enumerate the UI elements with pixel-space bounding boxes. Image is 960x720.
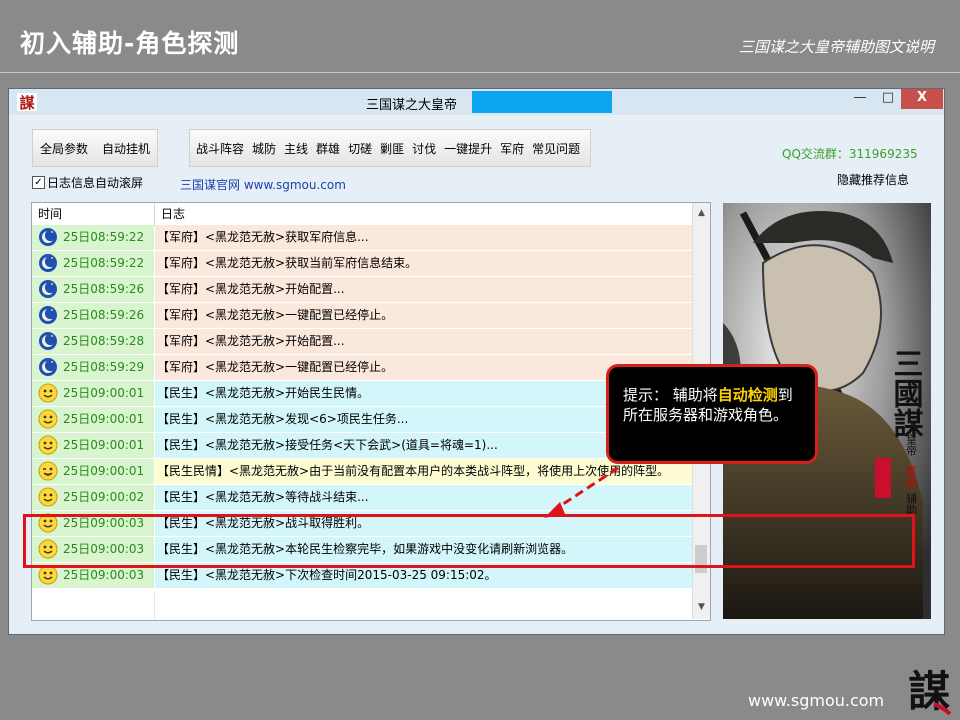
log-time-cell: 25日09:00:01 (32, 459, 154, 484)
moon-icon (39, 228, 57, 246)
slide-title: 初入辅助-角色探测 (20, 29, 240, 58)
auto-scroll-checkbox[interactable]: ✓ 日志信息自动滚屏 (32, 174, 143, 191)
log-time: 25日08:59:29 (63, 360, 145, 374)
log-row[interactable]: 25日09:00:01 【民生】<黑龙范无赦>接受任务<天下会武>(道具=将魂=1… (32, 433, 693, 459)
auto-scroll-label: 日志信息自动滚屏 (47, 176, 144, 190)
slide-subtitle: 三国谋之大皇帝辅助图文说明 (738, 38, 934, 56)
log-time-cell: 25日09:00:01 (32, 381, 154, 406)
scroll-up-icon[interactable]: ▲ (693, 205, 710, 221)
log-time-cell: 25日08:59:26 (32, 303, 154, 328)
moon-icon (39, 306, 57, 324)
poster-red-seal (875, 458, 891, 498)
toolbar-button-4[interactable]: 群雄 (312, 140, 344, 157)
log-time-cell: 25日08:59:26 (32, 277, 154, 302)
log-row[interactable]: 25日08:59:26 【军府】<黑龙范无赦>开始配置... (32, 277, 693, 303)
toolbar-button-1[interactable]: 战斗阵容 (192, 140, 248, 157)
log-time: 25日09:00:01 (63, 386, 145, 400)
log-message: 【军府】<黑龙范无赦>一键配置已经停止。 (155, 303, 693, 328)
hide-recommend-button[interactable]: 隐藏推荐信息 (837, 171, 909, 188)
toolbar-button-3[interactable]: 主线 (280, 140, 312, 157)
log-time-cell: 25日08:59:29 (32, 355, 154, 380)
log-time: 25日08:59:26 (63, 308, 145, 322)
log-time-cell: 25日09:00:01 (32, 433, 154, 458)
toolbar-button-7[interactable]: 讨伐 (408, 140, 440, 157)
minimize-button[interactable]: — (847, 89, 873, 109)
log-row[interactable]: 25日08:59:29 【军府】<黑龙范无赦>一键配置已经停止。 (32, 355, 693, 381)
log-time: 25日09:00:01 (63, 438, 145, 452)
log-time-cell: 25日08:59:22 (32, 251, 154, 276)
toolbar-button-5[interactable]: 切磋 (344, 140, 376, 157)
wink-face-icon (38, 461, 58, 481)
poster-side-text-2: 辅助 (905, 492, 918, 516)
log-empty-area (32, 591, 692, 620)
log-message: 【军府】<黑龙范无赦>获取当前军府信息结束。 (155, 251, 693, 276)
log-time: 25日08:59:28 (63, 334, 145, 348)
log-header: 时间 日志 (32, 203, 692, 226)
toolbar-group-modules: 战斗阵容 城防 主线 群雄 切磋 剿匪 讨伐 一键提升 军府 常见问题 (189, 129, 591, 167)
footer-url: www.sgmou.com (748, 691, 885, 710)
log-row[interactable]: 25日09:00:01 【民生】<黑龙范无赦>发现<6>项民生任务... (32, 407, 693, 433)
log-empty-time-area (32, 591, 155, 620)
window-titlebar[interactable]: 謀 三国谋之大皇帝 — □ X (9, 89, 944, 115)
log-message: 【军府】<黑龙范无赦>开始配置... (155, 277, 693, 302)
toolbar-button-6[interactable]: 剿匪 (376, 140, 408, 157)
moon-icon (39, 280, 57, 298)
toolbar-button-8[interactable]: 一键提升 (440, 140, 496, 157)
callout-prefix: 提示： 辅助将 (623, 386, 718, 404)
smile-face-icon (38, 409, 58, 429)
slide-divider (0, 72, 960, 73)
checkbox-box[interactable]: ✓ (32, 176, 45, 189)
maximize-button[interactable]: □ (875, 89, 901, 109)
tip-callout: 提示： 辅助将自动检测到所在服务器和游戏角色。 (606, 364, 818, 464)
log-time: 25日09:00:01 (63, 464, 145, 478)
log-time: 25日09:00:02 (63, 490, 145, 504)
log-row[interactable]: 25日08:59:28 【军府】<黑龙范无赦>开始配置... (32, 329, 693, 355)
toolbar-group-general: 全局参数 自动挂机 (32, 129, 158, 167)
log-time: 25日09:00:01 (63, 412, 145, 426)
log-row[interactable]: 25日09:00:01 【民生】<黑龙范无赦>开始民生民情。 (32, 381, 693, 407)
qq-group-label: QQ交流群：311969235 (782, 147, 918, 161)
toolbar-button-9[interactable]: 军府 (496, 140, 528, 157)
log-time: 25日08:59:22 (63, 256, 145, 270)
highlight-box (23, 514, 915, 568)
log-row[interactable]: 25日08:59:22 【军府】<黑龙范无赦>获取当前军府信息结束。 (32, 251, 693, 277)
log-message: 【军府】<黑龙范无赦>获取军府信息... (155, 225, 693, 250)
toolbar-button-10[interactable]: 常见问题 (528, 140, 584, 157)
app-logo-glyph: 謀 (19, 94, 35, 111)
log-row[interactable]: 25日08:59:22 【军府】<黑龙范无赦>获取军府信息... (32, 225, 693, 251)
log-message: 【军府】<黑龙范无赦>开始配置... (155, 329, 693, 354)
poster-accent-text: 首选 (905, 464, 918, 487)
log-time: 25日08:59:22 (63, 230, 145, 244)
toolbar-button-1[interactable]: 全局参数 (36, 140, 92, 157)
footer-logo-icon: 謀 (908, 667, 952, 716)
smile-face-icon (38, 565, 58, 585)
callout-pointer-arrow (544, 466, 619, 518)
callout-highlight: 自动检测 (717, 386, 778, 404)
smile-face-icon (38, 487, 58, 507)
column-header-message[interactable]: 日志 (155, 203, 691, 225)
log-time-cell: 25日09:00:01 (32, 407, 154, 432)
app-logo-icon: 謀 (17, 93, 37, 111)
scroll-down-icon[interactable]: ▼ (693, 599, 710, 615)
moon-icon (39, 332, 57, 350)
log-time: 25日08:59:26 (63, 282, 145, 296)
close-button[interactable]: X (901, 89, 943, 109)
log-time-cell: 25日08:59:28 (32, 329, 154, 354)
smile-face-icon (38, 383, 58, 403)
smile-face-icon (38, 435, 58, 455)
official-site-link[interactable]: 三国谋官网 www.sgmou.com (180, 176, 346, 193)
log-row[interactable]: 25日08:59:26 【军府】<黑龙范无赦>一键配置已经停止。 (32, 303, 693, 329)
window-title: 三国谋之大皇帝 (366, 98, 458, 113)
toolbar-button-2[interactable]: 城防 (248, 140, 280, 157)
log-time-cell: 25日08:59:22 (32, 225, 154, 250)
toolbar-button-2[interactable]: 自动挂机 (98, 140, 154, 157)
moon-icon (39, 254, 57, 272)
poster-side-text: 大皇帝 (905, 422, 918, 457)
column-header-time[interactable]: 时间 (32, 203, 155, 225)
log-time-cell: 25日09:00:02 (32, 485, 154, 510)
title-redacted-block (472, 91, 612, 113)
moon-icon (39, 358, 57, 376)
